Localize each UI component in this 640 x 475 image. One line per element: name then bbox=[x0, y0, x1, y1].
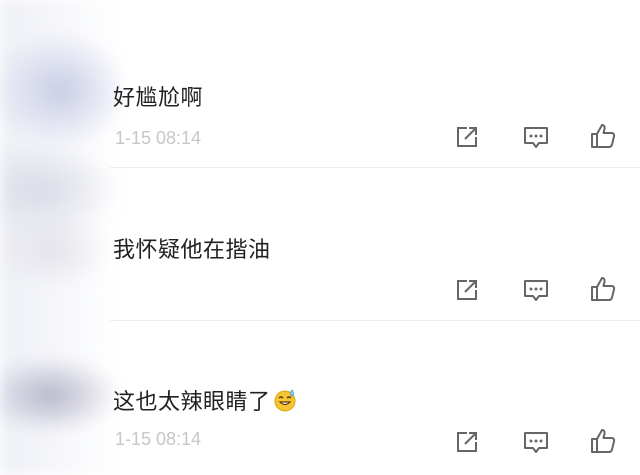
share-icon bbox=[457, 280, 477, 300]
thumbs-up-icon bbox=[591, 429, 616, 453]
comment-icon bbox=[524, 127, 548, 148]
share-icon bbox=[457, 432, 477, 452]
share-button[interactable] bbox=[452, 427, 482, 457]
comment-icon bbox=[524, 432, 548, 453]
share-icon bbox=[457, 127, 477, 147]
like-button[interactable] bbox=[588, 121, 618, 151]
comment-item: 好尴尬啊 1-15 08:14 bbox=[0, 0, 640, 160]
like-button[interactable] bbox=[588, 274, 618, 304]
thumbs-up-icon bbox=[591, 124, 616, 148]
comment-item: 这也太辣眼睛了 1-15 08:14 bbox=[0, 321, 640, 475]
share-button[interactable] bbox=[452, 122, 482, 152]
comment-time: 1-15 08:14 bbox=[115, 128, 202, 148]
comment-text: 这也太辣眼睛了 bbox=[113, 390, 271, 415]
comment-text-row: 这也太辣眼睛了 bbox=[113, 384, 297, 416]
reply-button[interactable] bbox=[521, 275, 551, 305]
grinning-sweat-emoji-icon bbox=[274, 389, 296, 412]
comment-icon bbox=[524, 280, 548, 301]
thumbs-up-icon bbox=[591, 277, 616, 301]
comment-text: 好尴尬啊 bbox=[113, 86, 204, 111]
comment-text: 我怀疑他在揩油 bbox=[113, 238, 271, 263]
reply-button[interactable] bbox=[521, 122, 551, 152]
comment-item: 我怀疑他在揩油 bbox=[0, 168, 640, 328]
comment-time: 1-15 08:14 bbox=[115, 429, 202, 449]
share-button[interactable] bbox=[452, 275, 482, 305]
comment-list-page: 好尴尬啊 1-15 08:14 我怀疑他在揩油 这也太辣眼睛了 1-15 08:… bbox=[0, 0, 640, 475]
like-button[interactable] bbox=[588, 426, 618, 456]
reply-button[interactable] bbox=[521, 427, 551, 457]
